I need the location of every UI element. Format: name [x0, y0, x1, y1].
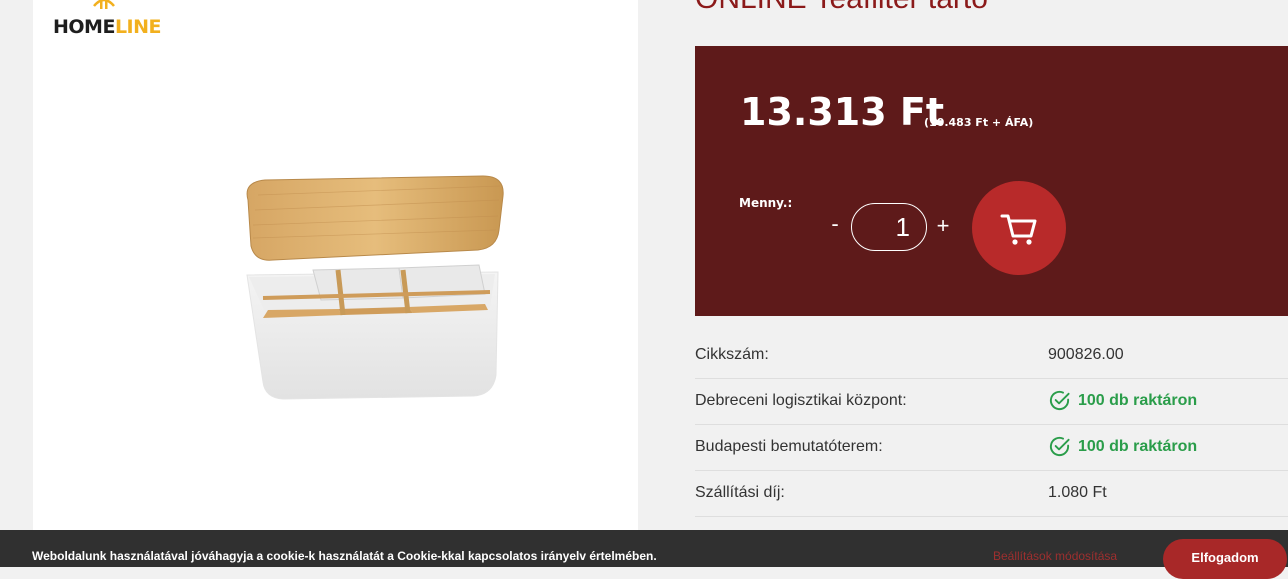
spec-label: Budapesti bemutatóterem:: [695, 438, 883, 455]
spec-table: Cikkszám: 900826.00 Debreceni logisztika…: [695, 333, 1288, 517]
quantity-increase-button[interactable]: +: [931, 212, 955, 240]
product-image-panel: HOMELINE: [33, 0, 638, 567]
shopping-cart-icon: [1000, 214, 1037, 245]
stock-text: 100 db raktáron: [1078, 437, 1198, 455]
add-to-cart-button[interactable]: [972, 181, 1066, 275]
quantity-input[interactable]: 1: [851, 203, 927, 251]
quantity-label: Menny.:: [739, 196, 793, 210]
check-circle-icon: [1049, 436, 1070, 457]
logo-line: LINE: [114, 16, 162, 38]
cookie-accept-button[interactable]: Elfogadom: [1163, 539, 1287, 579]
logo-home: HOME: [53, 16, 115, 38]
spec-row-shipping: Szállítási díj: 1.080 Ft: [695, 471, 1288, 517]
spec-label: Szállítási díj:: [695, 484, 785, 501]
cookie-notice-text: Weboldalunk használatával jóváhagyja a c…: [32, 549, 657, 563]
price-box: 13.313 Ft (10.483 Ft + ÁFA) Menny.: - 1 …: [695, 46, 1288, 316]
spec-row-budapest-stock: Budapesti bemutatóterem: 100 db raktáron: [695, 425, 1288, 471]
product-photo[interactable]: [203, 170, 513, 405]
cookie-consent-bar: Weboldalunk használatával jóváhagyja a c…: [0, 530, 1288, 579]
logo-text: HOMELINE: [53, 16, 162, 38]
spec-label: Debreceni logisztikai központ:: [695, 392, 907, 409]
cookie-settings-link[interactable]: Beállítások módosítása: [993, 549, 1117, 563]
logo-emblem-icon: [93, 0, 115, 9]
stock-status: 100 db raktáron: [1048, 435, 1197, 458]
spec-row-debrecen-stock: Debreceni logisztikai központ: 100 db ra…: [695, 379, 1288, 425]
price-net: (10.483 Ft + ÁFA): [924, 116, 1034, 129]
stock-status: 100 db raktáron: [1048, 389, 1197, 412]
spec-row-sku: Cikkszám: 900826.00: [695, 333, 1288, 379]
price-gross: 13.313 Ft: [740, 90, 944, 134]
product-title: ONLINE Teafilter tartó: [695, 0, 988, 16]
quantity-decrease-button[interactable]: -: [823, 210, 847, 238]
spec-value: 1.080 Ft: [1048, 484, 1107, 501]
spec-label: Cikkszám:: [695, 346, 769, 363]
check-circle-icon: [1049, 390, 1070, 411]
spec-value: 900826.00: [1048, 346, 1124, 363]
stock-text: 100 db raktáron: [1078, 391, 1198, 409]
